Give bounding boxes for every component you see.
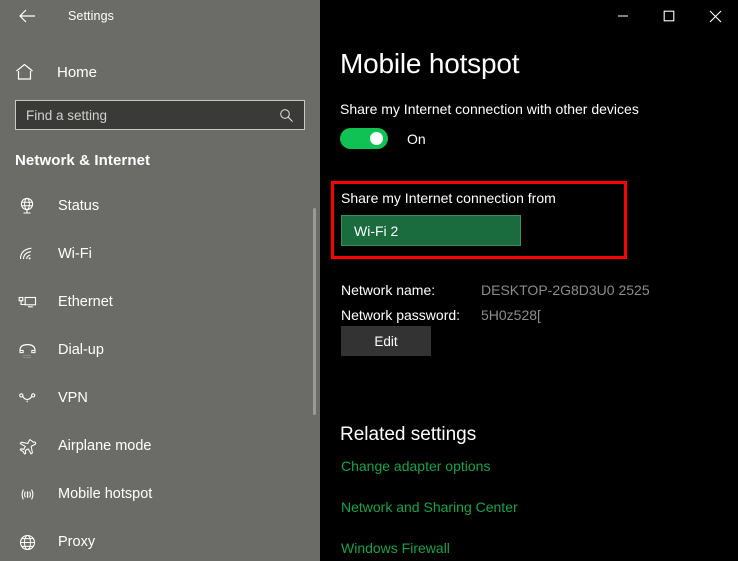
sidebar-item-vpn[interactable]: VPN xyxy=(0,374,320,422)
network-password-value: 5H0z528[ xyxy=(481,306,541,323)
network-password-row: Network password: 5H0z528[ xyxy=(341,302,650,327)
sidebar-item-label: Mobile hotspot xyxy=(58,486,153,502)
sidebar: Settings Home Network & Internet xyxy=(0,0,320,561)
network-name-row: Network name: DESKTOP-2G8D3U0 2525 xyxy=(341,277,650,302)
sidebar-item-label: Wi-Fi xyxy=(58,246,92,262)
edit-button[interactable]: Edit xyxy=(341,326,431,356)
hotspot-details: Network name: DESKTOP-2G8D3U0 2525 Netwo… xyxy=(341,277,650,327)
globe-status-icon xyxy=(18,197,44,216)
network-name-label: Network name: xyxy=(341,281,436,298)
sidebar-item-dialup[interactable]: Dial-up xyxy=(0,326,320,374)
link-windows-firewall[interactable]: Windows Firewall xyxy=(341,540,518,556)
back-button[interactable] xyxy=(12,3,42,29)
sidebar-nav: Status Wi-Fi Ethernet Dial-up VPN Airpla… xyxy=(0,182,320,561)
link-change-adapter-options[interactable]: Change adapter options xyxy=(341,458,518,474)
sidebar-item-label: Proxy xyxy=(58,534,96,550)
proxy-globe-icon xyxy=(18,533,44,552)
network-password-label: Network password: xyxy=(341,306,461,323)
toggle-state-label: On xyxy=(407,130,426,147)
search-box[interactable] xyxy=(15,100,305,130)
share-connection-toggle-row: On xyxy=(340,128,426,149)
sidebar-item-label: Dial-up xyxy=(58,342,104,358)
connection-from-selected-value: Wi-Fi 2 xyxy=(354,222,399,239)
share-connection-toggle[interactable] xyxy=(340,128,388,149)
network-name-value: DESKTOP-2G8D3U0 2525 xyxy=(481,281,650,298)
minimize-icon xyxy=(618,15,628,17)
toggle-knob xyxy=(370,132,383,145)
sidebar-item-wifi[interactable]: Wi-Fi xyxy=(0,230,320,278)
link-network-and-sharing-center[interactable]: Network and Sharing Center xyxy=(341,499,518,515)
page-title: Mobile hotspot xyxy=(340,48,520,79)
ethernet-icon xyxy=(18,293,44,312)
sidebar-item-label: Status xyxy=(58,198,100,214)
sidebar-item-proxy[interactable]: Proxy xyxy=(0,518,320,561)
share-connection-label: Share my Internet connection with other … xyxy=(340,101,639,117)
sidebar-item-status[interactable]: Status xyxy=(0,182,320,230)
home-label: Home xyxy=(57,63,98,81)
window-title: Settings xyxy=(68,9,114,23)
minimize-button[interactable] xyxy=(600,0,646,32)
close-button[interactable] xyxy=(692,0,738,32)
maximize-button[interactable] xyxy=(646,0,692,32)
dialup-phone-icon xyxy=(18,341,44,360)
sidebar-scrollbar[interactable] xyxy=(313,208,316,415)
related-settings-title: Related settings xyxy=(340,424,477,445)
settings-window: Settings Home Network & Internet xyxy=(0,0,738,561)
maximize-icon xyxy=(663,10,675,22)
vpn-icon xyxy=(18,389,44,408)
sidebar-item-home[interactable]: Home xyxy=(0,52,320,92)
sidebar-item-label: Ethernet xyxy=(58,294,113,310)
airplane-icon xyxy=(18,437,44,456)
sidebar-item-label: VPN xyxy=(58,390,88,406)
home-icon xyxy=(15,63,45,81)
window-controls xyxy=(600,0,738,32)
close-icon xyxy=(709,10,721,22)
back-arrow-icon xyxy=(18,9,35,23)
hotspot-icon xyxy=(18,485,44,504)
connection-from-label: Share my Internet connection from xyxy=(341,190,556,206)
related-settings-links: Change adapter options Network and Shari… xyxy=(341,458,518,561)
wifi-icon xyxy=(18,245,44,264)
search-icon[interactable] xyxy=(279,108,304,123)
main-content: Mobile hotspot Share my Internet connect… xyxy=(320,0,738,561)
sidebar-item-mobile-hotspot[interactable]: Mobile hotspot xyxy=(0,470,320,518)
sidebar-titlebar: Settings xyxy=(0,0,320,32)
sidebar-section-title: Network & Internet xyxy=(15,152,151,169)
search-input[interactable] xyxy=(16,107,279,123)
sidebar-item-airplane-mode[interactable]: Airplane mode xyxy=(0,422,320,470)
sidebar-item-label: Airplane mode xyxy=(58,438,152,454)
sidebar-item-ethernet[interactable]: Ethernet xyxy=(0,278,320,326)
connection-from-dropdown[interactable]: Wi-Fi 2 xyxy=(341,215,521,246)
